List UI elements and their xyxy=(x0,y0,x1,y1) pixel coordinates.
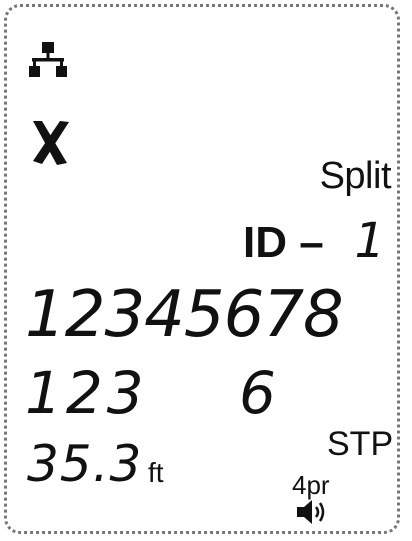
fail-x-icon xyxy=(33,121,69,165)
lcd-display: Split ID – 1 12345678 123 6 35.3 ft STP … xyxy=(4,4,400,534)
wire-map-bottom: 123 xyxy=(25,359,148,427)
wire-map-top: 12345678 xyxy=(25,278,344,352)
network-icon xyxy=(29,42,67,77)
length-value: 35.3 xyxy=(27,435,143,493)
wire-map-extra: 6 xyxy=(239,359,276,427)
id-value: 1 xyxy=(354,213,385,269)
pair-mode: 4pr xyxy=(292,470,330,500)
length-unit: ft xyxy=(148,457,164,488)
cable-type: STP xyxy=(327,425,394,463)
speaker-icon xyxy=(297,500,325,524)
id-label: ID – xyxy=(243,218,324,267)
split-label: Split xyxy=(319,155,392,197)
